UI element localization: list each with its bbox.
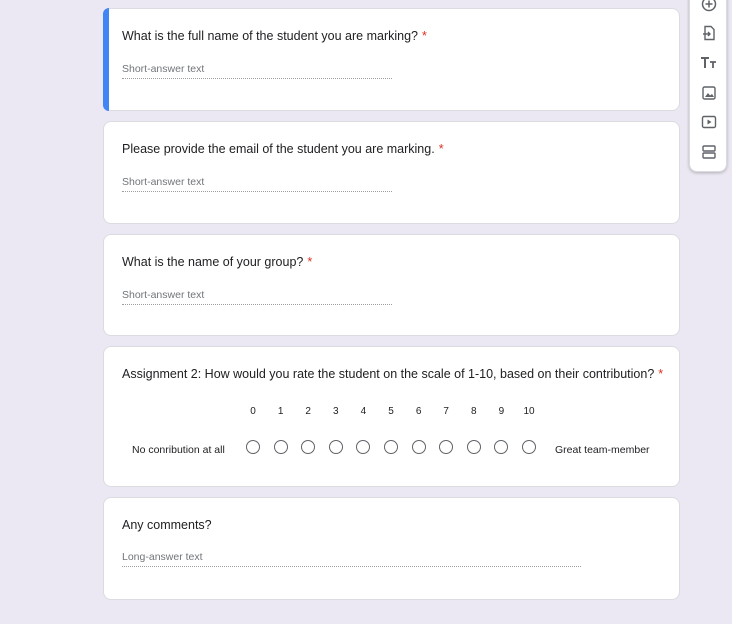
required-asterisk: * (422, 29, 427, 43)
add-video-icon[interactable] (699, 112, 719, 132)
question-card-group-name[interactable]: What is the name of your group? * Short-a… (103, 234, 680, 336)
short-answer-field: Short-answer text (122, 289, 392, 305)
scale-min-label: No conribution at all (132, 444, 225, 456)
scale-number: 7 (443, 406, 449, 417)
question-toolbar (689, 0, 727, 172)
add-section-icon[interactable] (699, 142, 719, 162)
question-title: Any comments? (122, 518, 212, 532)
scale-number: 3 (333, 406, 339, 417)
question-card-comments[interactable]: Any comments? Long-answer text (103, 497, 680, 600)
scale-number: 10 (523, 406, 535, 417)
scale-number: 6 (415, 406, 422, 417)
scale-number: 4 (360, 406, 367, 417)
scale-radio-5[interactable] (384, 440, 398, 454)
required-asterisk: * (438, 142, 444, 156)
scale-number: 9 (498, 406, 505, 417)
long-answer-field: Long-answer text (122, 551, 581, 567)
scale-radio-7[interactable] (439, 440, 454, 454)
scale-radio-8[interactable] (466, 440, 481, 454)
scale-radio-10[interactable] (522, 440, 536, 454)
scale-radio-0[interactable] (246, 440, 260, 454)
short-answer-field: Short-answer text (122, 176, 392, 192)
add-question-icon[interactable] (699, 0, 719, 14)
scale-radio-4[interactable] (356, 440, 371, 454)
scale-radio-2[interactable] (301, 440, 316, 454)
required-asterisk: * (307, 255, 313, 269)
scale-number: 5 (388, 406, 394, 417)
question-card-rating-scale[interactable]: Assignment 2: How would you rate the stu… (103, 346, 680, 487)
scale-number: 2 (305, 406, 311, 417)
scale-radio-3[interactable] (328, 440, 343, 454)
scale-number: 0 (250, 406, 256, 417)
scale-radio-1[interactable] (273, 440, 288, 454)
add-image-icon[interactable] (699, 83, 719, 103)
add-title-icon[interactable] (699, 53, 719, 73)
question-card-student-email[interactable]: Please provide the email of the student … (103, 121, 680, 224)
scale-number: 8 (471, 406, 477, 417)
short-answer-field: Short-answer text (122, 63, 392, 79)
scale-max-label: Great team-member (555, 444, 650, 456)
question-title: What is the full name of the student you… (122, 29, 427, 43)
scale-radio-9[interactable] (494, 440, 509, 454)
import-questions-icon[interactable] (699, 23, 719, 43)
required-asterisk: * (658, 367, 664, 381)
question-title: Please provide the email of the student … (122, 142, 444, 156)
question-card-student-name[interactable]: What is the full name of the student you… (103, 8, 680, 111)
question-title: What is the name of your group? * (122, 255, 313, 269)
scale-radio-6[interactable] (411, 440, 426, 454)
question-title: Assignment 2: How would you rate the stu… (122, 367, 664, 381)
scale-number: 1 (277, 406, 284, 417)
